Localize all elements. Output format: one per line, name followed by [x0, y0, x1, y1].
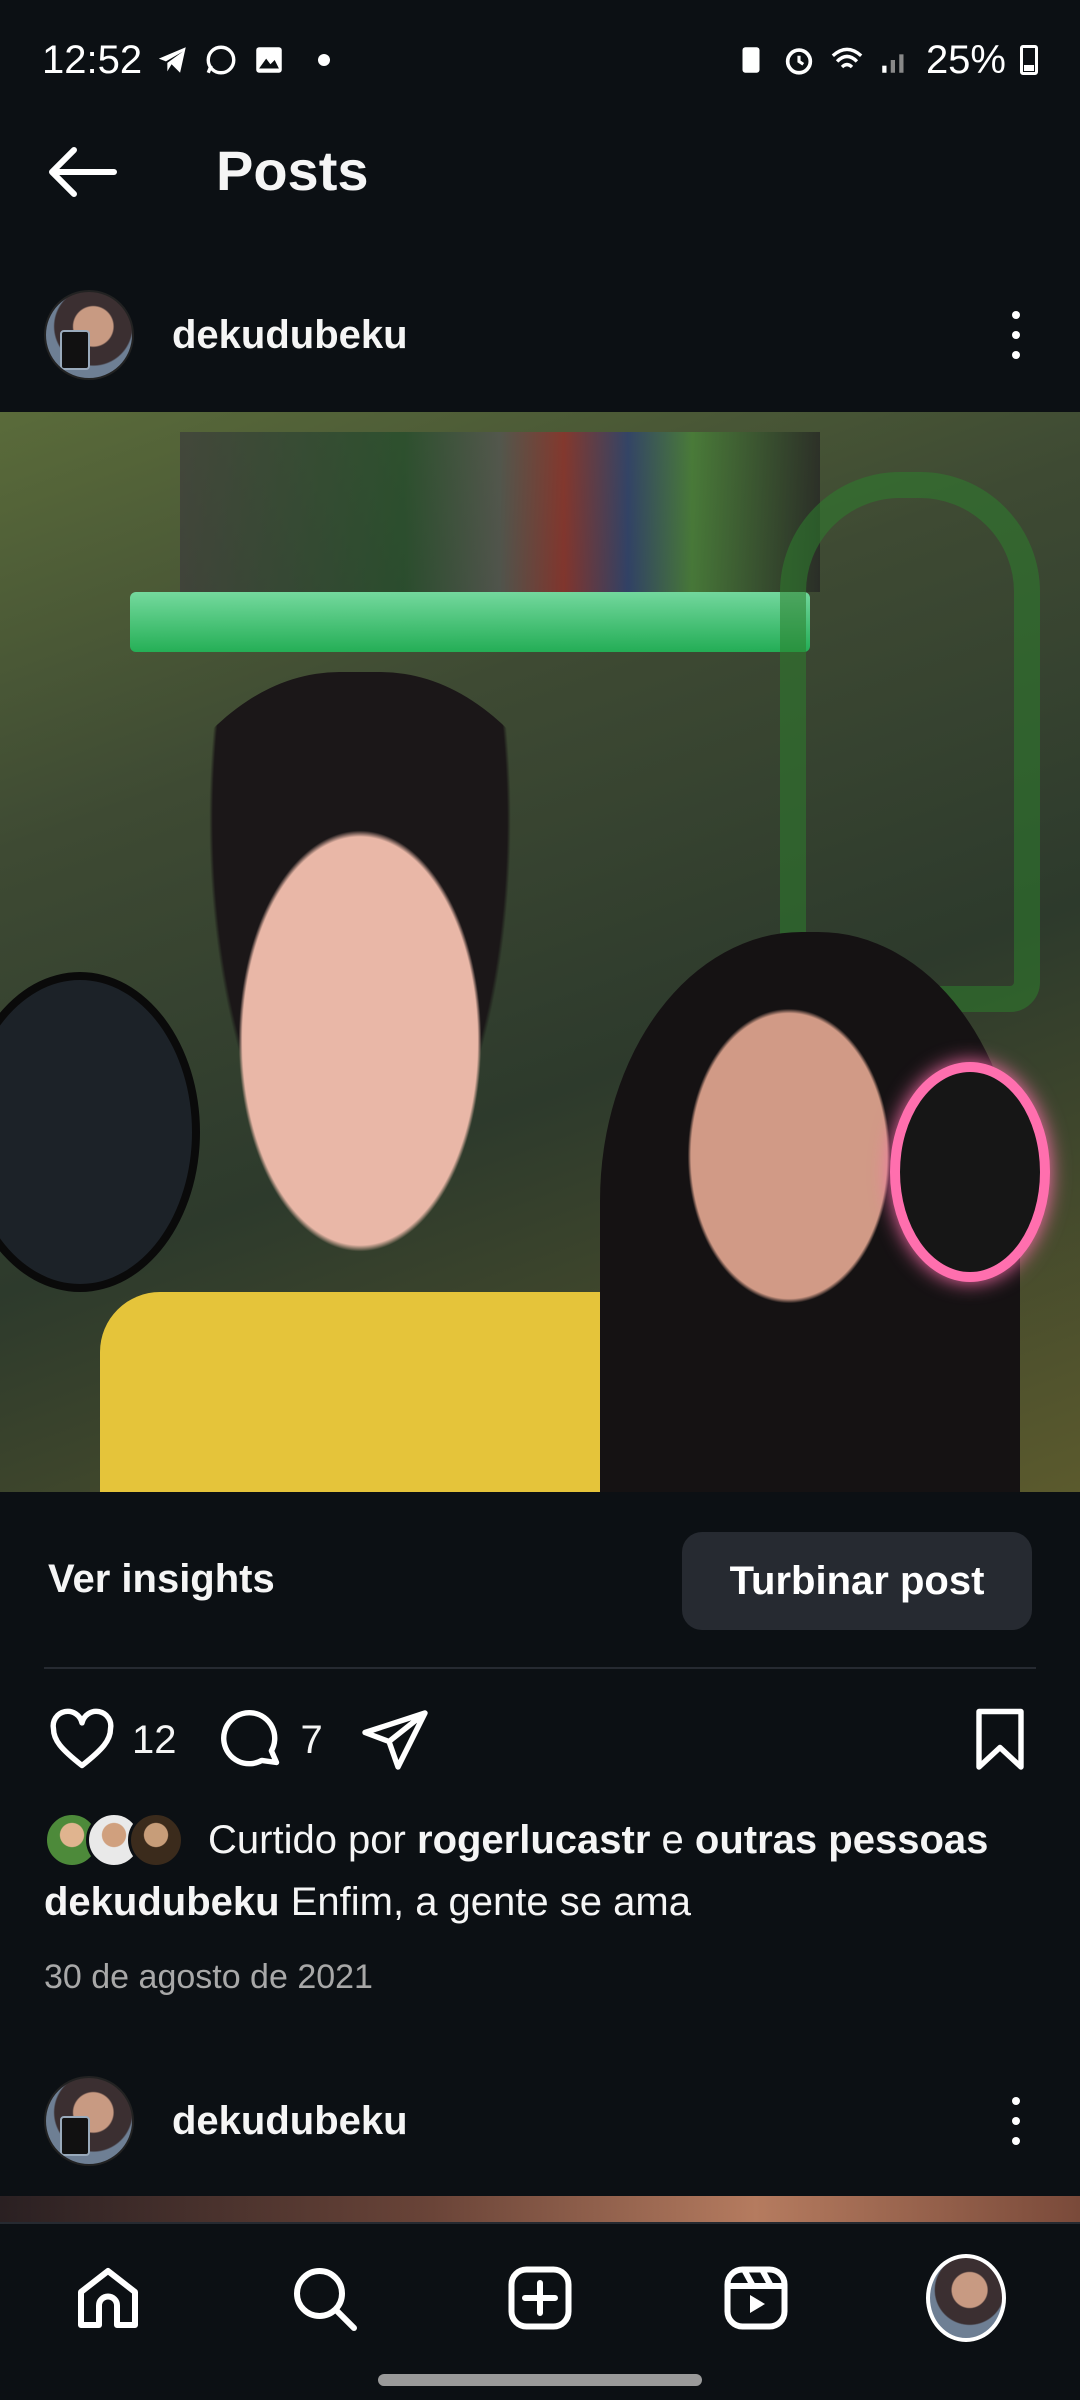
- nav-create[interactable]: [500, 2258, 580, 2338]
- search-icon[interactable]: [288, 2262, 360, 2334]
- post-header: dekudubeku: [0, 280, 1080, 390]
- divider: [44, 1667, 1036, 1669]
- liked-by-user[interactable]: rogerlucastr: [417, 1818, 650, 1862]
- bookmark-icon[interactable]: [964, 1704, 1036, 1776]
- battery-icon: [1020, 45, 1038, 75]
- actions-row: 12 7: [0, 1690, 1080, 1790]
- status-bar: 12:52 25%: [0, 0, 1080, 120]
- home-icon[interactable]: [72, 2262, 144, 2334]
- liked-by-others[interactable]: outras pessoas: [695, 1818, 988, 1862]
- create-icon[interactable]: [504, 2262, 576, 2334]
- liked-by-text: Curtido por rogerlucastr e outras pessoa…: [208, 1817, 989, 1862]
- comments-count[interactable]: 7: [301, 1718, 323, 1763]
- signal-icon: [882, 54, 904, 73]
- nav-home[interactable]: [68, 2258, 148, 2338]
- caption-text: Enfim, a gente se ama: [290, 1880, 691, 1924]
- liked-by-row[interactable]: Curtido por rogerlucastr e outras pessoa…: [44, 1805, 1044, 1875]
- profile-avatar[interactable]: [926, 2254, 1006, 2342]
- whatsapp-icon: [206, 45, 236, 75]
- like-action: 12: [46, 1704, 177, 1776]
- heart-icon[interactable]: [46, 1704, 118, 1776]
- likes-count[interactable]: 12: [132, 1718, 177, 1763]
- caption: dekudubeku Enfim, a gente se ama: [44, 1880, 1044, 1925]
- avatar[interactable]: [44, 290, 134, 380]
- caption-username[interactable]: dekudubeku: [44, 1880, 280, 1924]
- insights-row: Ver insights Turbinar post: [0, 1492, 1080, 1667]
- save-action: [964, 1704, 1036, 1776]
- nav-reels[interactable]: [716, 2258, 796, 2338]
- share-action: [359, 1704, 431, 1776]
- battery-saver-icon: [742, 47, 760, 73]
- back-arrow-icon[interactable]: [44, 142, 120, 202]
- nav-profile[interactable]: [926, 2254, 1006, 2342]
- wifi-icon: [831, 47, 863, 69]
- boost-post-button[interactable]: Turbinar post: [682, 1532, 1032, 1630]
- comment-action: 7: [215, 1704, 323, 1776]
- post-image[interactable]: [0, 412, 1080, 1492]
- page-title: Posts: [216, 139, 369, 202]
- battery-percent: 25%: [925, 37, 1006, 82]
- nav-search[interactable]: [284, 2258, 364, 2338]
- comment-icon[interactable]: [215, 1704, 287, 1776]
- notification-dot-icon: [318, 54, 331, 66]
- more-options-icon[interactable]: [996, 2091, 1036, 2151]
- view-insights-link[interactable]: Ver insights: [48, 1557, 275, 1602]
- telegram-icon: [158, 47, 186, 73]
- reels-icon[interactable]: [720, 2262, 792, 2334]
- avatar[interactable]: [44, 2076, 134, 2166]
- next-post-header: dekudubeku: [0, 2066, 1080, 2176]
- more-options-icon[interactable]: [996, 305, 1036, 365]
- liker-avatars: [44, 1812, 184, 1868]
- gallery-icon: [256, 47, 282, 73]
- post-date: 30 de agosto de 2021: [44, 1958, 373, 1996]
- status-time: 12:52: [42, 37, 143, 82]
- home-indicator[interactable]: [378, 2374, 702, 2386]
- share-icon[interactable]: [359, 1704, 431, 1776]
- post-username[interactable]: dekudubeku: [172, 313, 408, 358]
- top-nav: Posts: [0, 120, 1080, 225]
- alarm-icon: [785, 48, 813, 75]
- next-post-username[interactable]: dekudubeku: [172, 2099, 408, 2144]
